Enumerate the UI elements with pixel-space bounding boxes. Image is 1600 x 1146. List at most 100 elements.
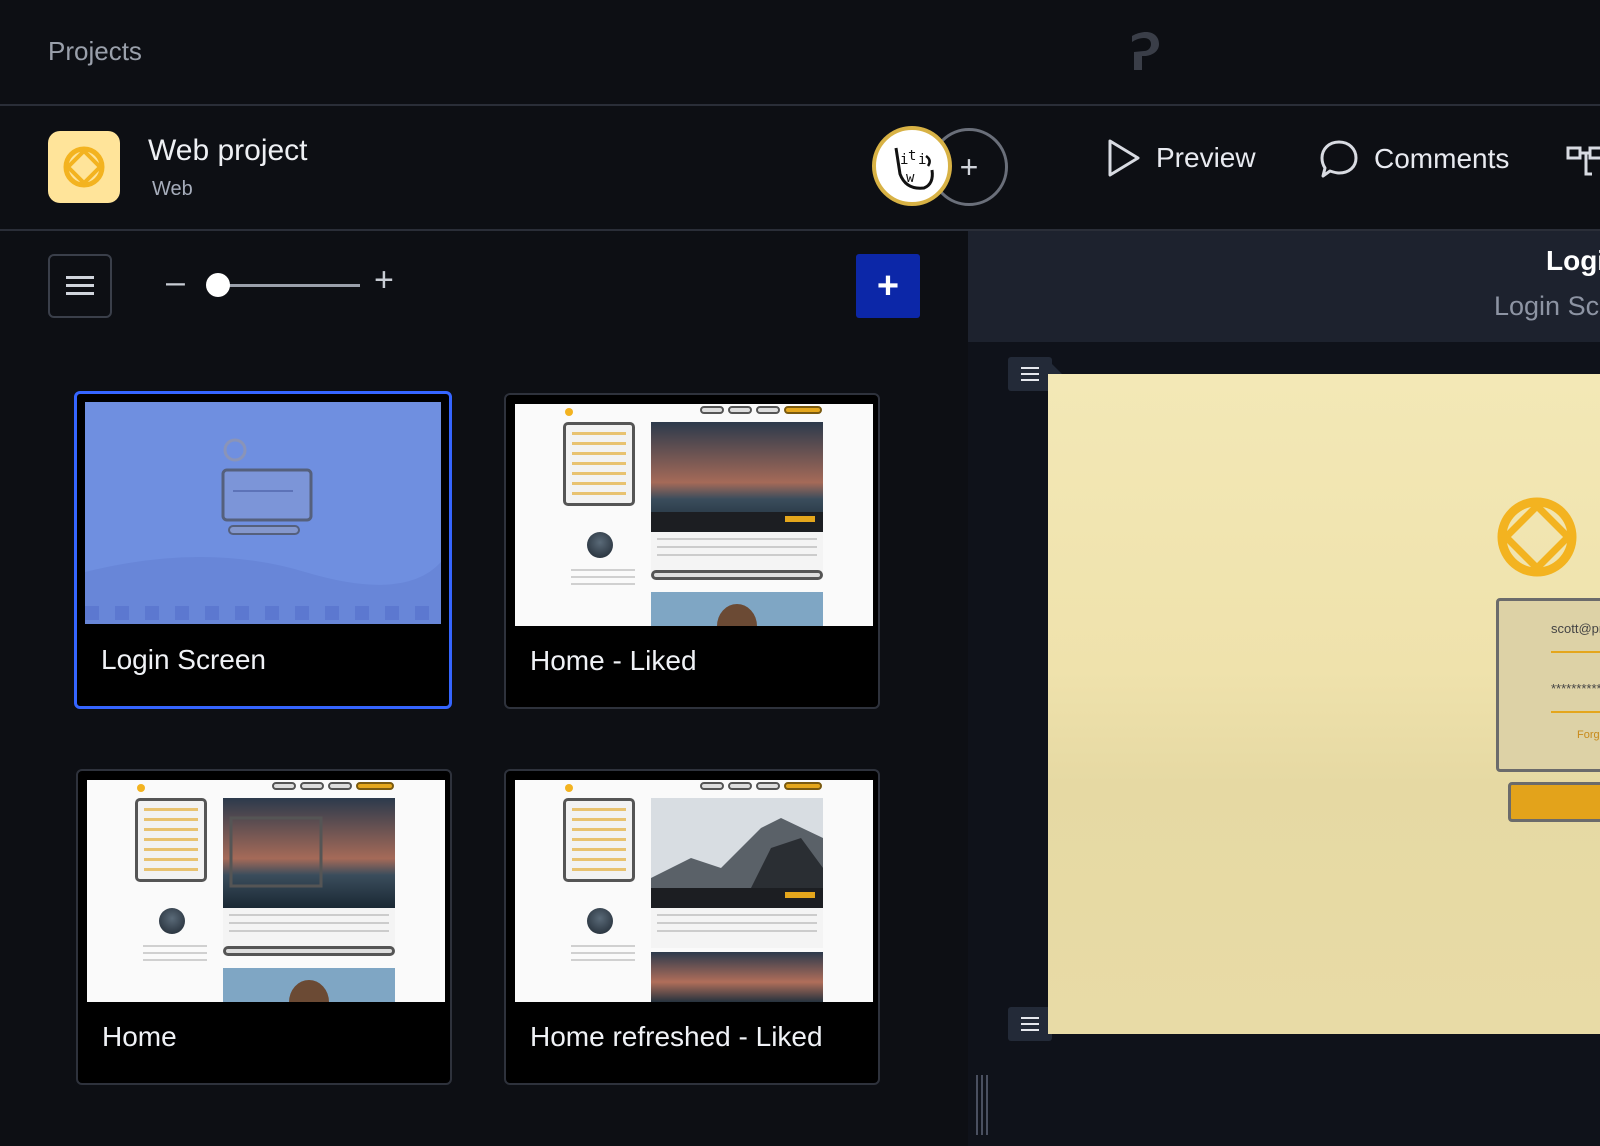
screen-subtitle: Login Sc — [1494, 291, 1600, 321]
thumb-logo-icon — [565, 784, 573, 792]
thumb-pill — [756, 406, 780, 414]
thumb-nav — [700, 406, 822, 414]
thumb-logo-icon — [565, 408, 573, 416]
svg-text:t: t — [908, 148, 916, 164]
preview-label: Preview — [1156, 142, 1256, 173]
screen-thumbnail — [85, 402, 441, 624]
list-icon — [1021, 1017, 1039, 1031]
thumb-caption — [651, 532, 823, 572]
thumb-avatar — [159, 908, 185, 934]
thumb-pill — [300, 782, 324, 790]
thumb-pill — [784, 782, 822, 790]
thumb-pill — [784, 406, 822, 414]
login-email-underline — [1551, 651, 1600, 653]
thumb-text — [571, 564, 635, 585]
project-icon — [48, 131, 120, 203]
svg-text:w: w — [906, 170, 915, 186]
hamburger-icon — [66, 276, 94, 295]
thumb-pill — [728, 782, 752, 790]
screen-thumbnail — [87, 780, 445, 1002]
panel-menu-button[interactable] — [48, 254, 112, 318]
comments-label: Comments — [1374, 143, 1510, 174]
login-password-field[interactable]: ********** — [1551, 681, 1600, 696]
thumb-caption — [651, 908, 823, 948]
screens-panel: – + + Login Screen Home - Liked Home Hom… — [0, 231, 968, 1146]
preview-button[interactable]: Preview — [1106, 138, 1256, 178]
screen-notes-toggle-top[interactable] — [1008, 357, 1062, 391]
thumb-pill — [700, 406, 724, 414]
screen-notes-toggle-bottom[interactable] — [1008, 1007, 1062, 1041]
screen-card-label: Home - Liked — [530, 645, 697, 676]
play-icon — [1108, 139, 1140, 177]
project-header: Web project Web + i t i w Preview Commen… — [0, 108, 1600, 231]
thumb-nav — [272, 782, 394, 790]
thumb-portrait-photo — [223, 968, 395, 1002]
comment-bubble-icon — [1320, 140, 1358, 178]
screen-card-login[interactable]: Login Screen — [74, 391, 452, 709]
thumb-pill — [356, 782, 394, 790]
thumb-nav — [700, 782, 822, 790]
login-screen-preview — [85, 402, 441, 624]
brand-p-icon[interactable] — [1128, 30, 1162, 74]
thumb-avatar — [587, 908, 613, 934]
plus-icon: + — [876, 264, 900, 307]
screen-card-label: Login Screen — [101, 644, 267, 675]
login-forgot-link[interactable]: Forgo — [1577, 729, 1600, 741]
screen-card-home-liked[interactable]: Home - Liked — [504, 393, 880, 709]
detail-viewport: Logi Login Sc scott@pro ********** — [968, 231, 1600, 1146]
thumb-logo-icon — [137, 784, 145, 792]
thumb-sunset-photo — [223, 798, 395, 908]
screen-canvas[interactable]: scott@pro ********** Forgo — [1048, 374, 1600, 1034]
thumb-mountain-photo — [651, 798, 823, 908]
thumb-avatar — [587, 532, 613, 558]
user-avatar[interactable]: i t i w — [872, 126, 952, 206]
thumb-portrait-photo — [651, 592, 823, 626]
screen-card-label: Home refreshed - Liked — [530, 1021, 823, 1052]
list-icon — [1021, 367, 1039, 381]
top-bar: Projects — [0, 0, 1600, 106]
doodle-face-icon: i t i w — [894, 147, 934, 190]
comments-button[interactable]: Comments — [1318, 138, 1509, 180]
detail-header: Logi Login Sc — [968, 231, 1600, 342]
screen-card-label: Home — [102, 1021, 177, 1052]
flow-map-icon[interactable] — [1566, 144, 1600, 184]
thumb-text — [143, 940, 207, 961]
thumb-pill — [328, 782, 352, 790]
breadcrumb-projects[interactable]: Projects — [48, 36, 142, 67]
capture-logo-icon — [63, 146, 105, 188]
thumb-sunset-photo — [651, 952, 823, 1002]
plus-icon: + — [959, 148, 979, 185]
zoom-out-button[interactable]: – — [166, 265, 185, 299]
screen-card-home-refreshed-liked[interactable]: Home refreshed - Liked — [504, 769, 880, 1085]
panel-resize-handle[interactable] — [976, 1075, 988, 1135]
add-screen-button[interactable]: + — [856, 254, 920, 318]
login-form-card: scott@pro ********** Forgo — [1496, 598, 1600, 772]
thumb-sidebar — [563, 422, 635, 506]
thumb-sidebar — [135, 798, 207, 882]
capture-logo-icon — [1497, 497, 1577, 577]
zoom-in-button[interactable]: + — [374, 263, 394, 297]
screen-thumbnail — [515, 780, 873, 1002]
screen-card-home[interactable]: Home — [76, 769, 452, 1085]
project-title[interactable]: Web project — [148, 134, 308, 168]
screen-title[interactable]: Logi — [1546, 245, 1600, 277]
login-email-field[interactable]: scott@pro — [1551, 621, 1600, 636]
project-type: Web — [152, 178, 193, 200]
screen-thumbnail — [515, 404, 873, 626]
login-submit-button[interactable] — [1508, 782, 1600, 822]
thumb-bar — [223, 946, 395, 956]
screen-detail-panel: Logi Login Sc scott@pro ********** — [968, 231, 1600, 1146]
thumb-caption — [223, 908, 395, 948]
thumb-pill — [700, 782, 724, 790]
svg-text:i: i — [918, 152, 926, 168]
thumb-pill — [272, 782, 296, 790]
thumb-sunset-photo — [651, 422, 823, 532]
zoom-slider-handle[interactable] — [205, 273, 230, 297]
thumb-sidebar — [563, 798, 635, 882]
thumb-bar — [651, 570, 823, 580]
zoom-slider-track[interactable] — [210, 284, 360, 287]
thumb-pill — [728, 406, 752, 414]
thumb-text — [571, 940, 635, 961]
thumb-pill — [756, 782, 780, 790]
login-password-underline — [1551, 711, 1600, 713]
